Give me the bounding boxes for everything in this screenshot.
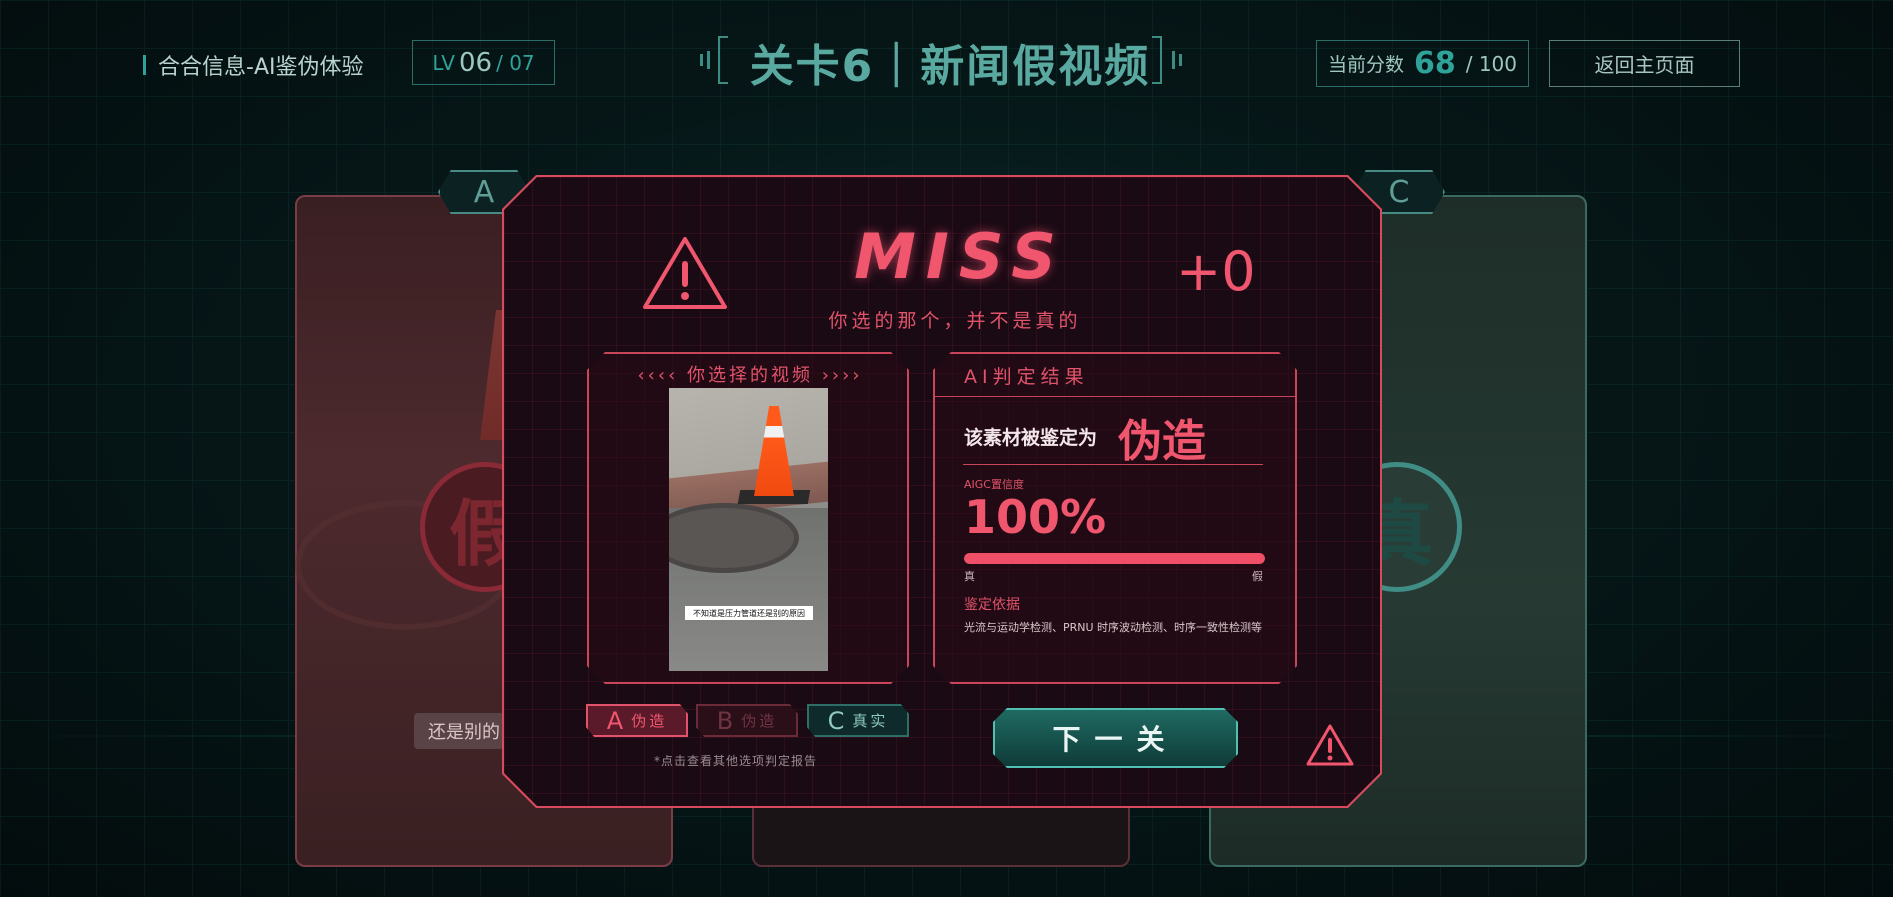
judged-as-label: 该素材被鉴定为 — [964, 427, 1098, 449]
bar-right-label: 假 — [1252, 570, 1263, 583]
option-letter: A — [606, 706, 624, 735]
option-label: 伪造 — [741, 712, 778, 730]
option-b-button[interactable]: B 伪造 — [696, 704, 798, 737]
ai-result-title: AI判定结果 — [964, 366, 1089, 388]
level-current: 06 — [459, 47, 493, 78]
score-total: / 100 — [1465, 51, 1518, 76]
card-a-hint-text: 还是别的 — [414, 713, 504, 749]
options-note: *点击查看其他选项判定报告 — [654, 754, 818, 768]
score-value: 68 — [1413, 46, 1456, 81]
option-letter: B — [716, 706, 734, 735]
verdict-underline — [963, 464, 1263, 465]
level-total: / 07 — [496, 50, 535, 75]
next-level-button[interactable]: 下一关 — [993, 708, 1238, 768]
score-display: 当前分数 68 / 100 — [1316, 40, 1529, 87]
app-title: 合合信息-AI鉴伪体验 — [158, 55, 364, 80]
basis-text: 光流与运动学检测、PRNU 时序波动检测、时序一致性检测等 — [964, 621, 1263, 634]
title-bracket-right — [1152, 36, 1162, 84]
result-subtitle: 你选的那个，并不是真的 — [828, 310, 1082, 332]
basis-label: 鉴定依据 — [964, 597, 1020, 613]
home-button[interactable]: 返回主页面 — [1549, 40, 1740, 87]
result-title: MISS — [854, 220, 1066, 293]
title-accent-bar — [143, 55, 146, 75]
score-label: 当前分数 — [1327, 54, 1404, 76]
warning-triangle-icon — [643, 237, 727, 309]
level-indicator: LV 06 / 07 — [412, 40, 555, 85]
confidence-bar-fill — [964, 553, 1265, 564]
option-letter: C — [827, 706, 845, 735]
judged-as-value: 伪造 — [1118, 416, 1206, 467]
game-screen: 合合信息-AI鉴伪体验 LV 06 / 07 关卡6｜新闻假视频 当前分数 68… — [0, 0, 1893, 897]
option-label: 伪造 — [631, 712, 668, 730]
video-caption: 不知道是压力管道还是别的原因 — [685, 606, 813, 620]
ai-result-divider — [935, 396, 1295, 397]
bar-left-label: 真 — [964, 570, 975, 583]
points-gained: +0 — [1176, 240, 1256, 303]
title-deco-tick — [1179, 54, 1182, 66]
warning-triangle-icon — [1306, 724, 1354, 766]
title-deco-tick — [700, 54, 703, 66]
confidence-bar — [964, 553, 1265, 564]
app-title-group: 合合信息-AI鉴伪体验 — [143, 49, 363, 81]
level-title: 关卡6｜新闻假视频 — [749, 41, 1151, 92]
confidence-value: 100% — [964, 490, 1107, 544]
option-c-button[interactable]: C 真实 — [807, 704, 909, 737]
title-deco-tick — [1172, 51, 1175, 69]
option-label: 真实 — [852, 712, 889, 730]
video-panel-title: ‹‹‹‹ 你选择的视频 ›››› — [637, 365, 863, 386]
level-prefix: LV — [432, 50, 455, 75]
selected-video-preview[interactable]: 不知道是压力管道还是别的原因 — [669, 388, 828, 671]
option-a-button[interactable]: A 伪造 — [586, 704, 688, 737]
